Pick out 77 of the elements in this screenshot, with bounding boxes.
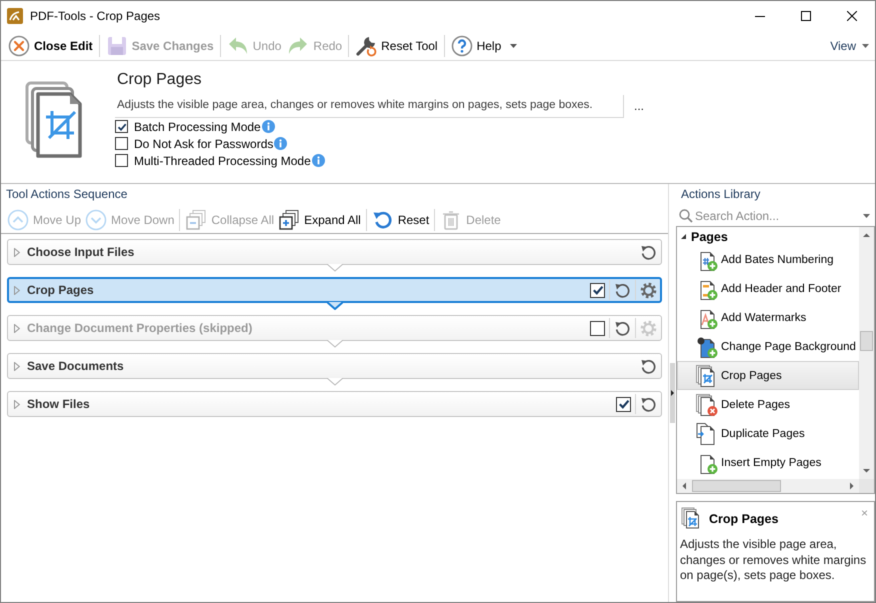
reset-icon[interactable] — [640, 358, 657, 374]
reset-icon[interactable] — [640, 244, 657, 260]
window-title: PDF-Tools - Crop Pages — [30, 9, 160, 23]
app-icon — [7, 8, 23, 24]
info-icon[interactable] — [312, 154, 325, 167]
more-button[interactable]: ... — [632, 98, 646, 112]
panel-title: Actions Library — [681, 186, 760, 203]
settings-icon[interactable] — [640, 282, 657, 298]
tool-description: Adjusts the visible page area, changes or removes white margins on pages, sets page boxes. — [117, 99, 593, 111]
expand-icon — [278, 208, 300, 230]
maximize-icon[interactable] — [801, 11, 811, 21]
expand-arrow-icon[interactable] — [14, 362, 20, 370]
scrollbar-thumb[interactable] — [692, 480, 781, 492]
view-menu[interactable]: View — [828, 38, 871, 52]
help-icon — [450, 34, 473, 56]
checkbox[interactable] — [115, 120, 128, 133]
tool-title: Crop Pages — [117, 70, 202, 90]
chevron-down-icon — [326, 340, 342, 348]
reset-tool-button[interactable]: Reset Tool — [352, 32, 441, 58]
dropdown-caret-icon[interactable] — [863, 214, 870, 218]
action-item[interactable]: Save Documents — [7, 353, 662, 379]
reset-icon[interactable] — [614, 320, 631, 336]
close-edit-button[interactable]: Close Edit — [5, 32, 96, 58]
library-item[interactable]: Add Watermarks — [677, 303, 859, 332]
caret-icon — [862, 44, 869, 48]
library-item[interactable]: Add Header and Footer — [677, 274, 859, 303]
wrench-icon — [355, 34, 378, 56]
expand-arrow-icon[interactable] — [14, 248, 20, 256]
info-icon[interactable] — [274, 137, 288, 150]
collapse-arrow-icon — [680, 233, 687, 240]
reset-button[interactable]: Reset — [370, 206, 432, 232]
undo-icon — [226, 34, 249, 56]
library-item[interactable]: Insert Empty Pages — [677, 448, 859, 477]
splitter-handle[interactable] — [670, 363, 675, 423]
chevron-down-icon — [326, 378, 342, 386]
library-item[interactable]: Delete Pages — [677, 390, 859, 419]
info-title: Crop Pages — [709, 512, 778, 526]
search-field[interactable]: Search Action... — [693, 209, 855, 223]
reset-icon[interactable] — [640, 396, 657, 412]
checkbox[interactable] — [115, 137, 128, 150]
action-item[interactable]: Show Files — [7, 391, 662, 417]
scrollbar-corner — [859, 479, 874, 493]
tree-group[interactable]: Pages — [677, 228, 728, 245]
collapse-icon — [185, 208, 208, 230]
action-item[interactable]: Choose Input Files — [7, 239, 662, 265]
close-icon[interactable] — [847, 11, 857, 21]
help-button[interactable]: Help — [448, 32, 520, 58]
library-item[interactable]: Duplicate Pages — [677, 419, 859, 448]
checkbox[interactable] — [616, 396, 631, 412]
search-icon — [679, 209, 693, 223]
library-item[interactable]: Change Page Background — [677, 332, 859, 361]
chevron-down-icon — [326, 302, 342, 310]
checkbox-label: Multi-Threaded Processing Mode — [134, 154, 311, 168]
scrollbar-thumb[interactable] — [860, 331, 873, 351]
close-circle-icon — [8, 34, 30, 56]
library-item[interactable]: Add Bates Numbering — [677, 245, 859, 274]
info-description: Adjusts the visible page area, changes or removes white margins on page(s), sets page boxes. — [680, 537, 868, 584]
caret-icon — [510, 44, 518, 48]
up-circle-icon — [7, 208, 29, 230]
page-delete-icon — [695, 392, 719, 416]
page-plus-icon — [695, 334, 719, 358]
expand-arrow-icon[interactable] — [14, 400, 20, 408]
redo-icon — [287, 34, 310, 56]
expand-all-button[interactable]: Expand All — [276, 206, 363, 232]
reset-icon[interactable] — [614, 282, 631, 298]
info-icon[interactable] — [262, 120, 275, 133]
checkbox[interactable] — [590, 282, 605, 298]
checkbox[interactable] — [590, 320, 605, 336]
down-circle-icon — [85, 208, 108, 230]
crop-pages-icon — [681, 507, 701, 529]
checkbox-label: Batch Processing Mode — [134, 120, 261, 134]
chevron-down-icon — [326, 264, 342, 272]
panel-title: Tool Actions Sequence — [6, 186, 128, 203]
library-item[interactable]: Crop Pages — [677, 361, 859, 390]
checkbox-label: Do Not Ask for Passwords — [134, 136, 274, 150]
expand-arrow-icon[interactable] — [14, 324, 20, 332]
checkbox[interactable] — [115, 154, 128, 167]
